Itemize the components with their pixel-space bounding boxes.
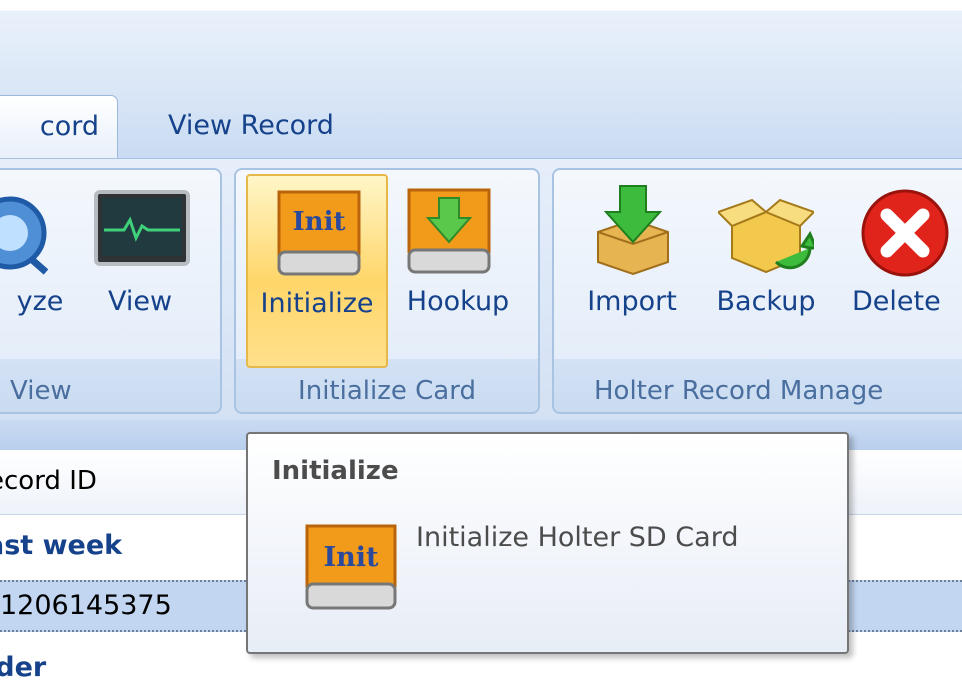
title-bar — [0, 0, 962, 85]
record-id-cell: 1206145375 — [0, 590, 172, 621]
tooltip-title: Initialize — [272, 456, 399, 486]
hookup-label: Hookup — [406, 286, 510, 317]
group-label-view: View — [10, 376, 72, 406]
delete-label: Delete — [852, 286, 941, 317]
group-label-holter-record-manage: Holter Record Manage — [594, 376, 884, 406]
import-box-icon — [597, 185, 669, 276]
analyze-label: yze — [16, 286, 64, 317]
group-row-older[interactable]: lder — [0, 652, 46, 683]
tab-view-record[interactable]: View Record — [168, 95, 334, 157]
tooltip-description: Initialize Holter SD Card — [416, 522, 739, 553]
group-row-last-week[interactable]: ast week — [0, 530, 122, 561]
view-button[interactable]: View — [90, 174, 190, 368]
tab-record[interactable]: cord — [0, 95, 118, 158]
sd-card-init-icon: Init — [305, 524, 397, 610]
initialize-button[interactable]: Init Initialize — [246, 174, 388, 368]
analyze-button[interactable]: yze — [0, 174, 80, 368]
column-header-label: ecord ID — [0, 466, 97, 496]
sd-card-init-icon: Init — [277, 190, 361, 276]
delete-icon — [861, 189, 949, 277]
sd-card-hookup-icon — [407, 188, 491, 274]
monitor-icon — [94, 190, 190, 266]
init-icon-text: Init — [293, 207, 346, 237]
backup-label: Backup — [716, 286, 816, 317]
import-button[interactable]: Import — [574, 174, 690, 368]
ribbon-tab-strip — [0, 84, 962, 158]
tooltip-icon-text: Init — [324, 542, 380, 573]
group-label-initialize-card: Initialize Card — [298, 376, 476, 406]
hookup-button[interactable]: Hookup — [396, 174, 520, 368]
analyze-icon — [0, 196, 49, 275]
backup-button[interactable]: Backup — [704, 174, 828, 368]
view-label: View — [107, 286, 173, 317]
import-label: Import — [587, 286, 677, 317]
initialize-label: Initialize — [260, 288, 374, 319]
delete-button[interactable]: Delete — [842, 174, 962, 368]
initialize-tooltip: Initialize Init Initialize Holter SD Car… — [246, 432, 849, 654]
backup-box-icon — [718, 198, 814, 274]
